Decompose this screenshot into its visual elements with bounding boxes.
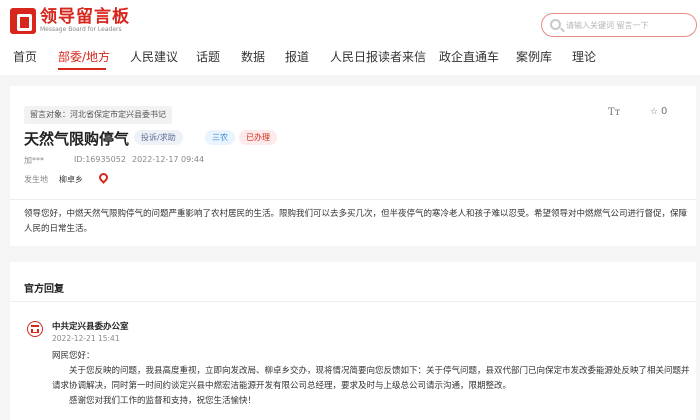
letter-author: 加*** (24, 156, 44, 165)
site-logo[interactable]: 领导留言板 Message Board for Leaders (10, 8, 130, 34)
reply-card: 官方回复 中共定兴县委办公室 2022-12-21 15:41 网民您好： 关于… (10, 262, 696, 420)
location-label: 发生地 (24, 175, 48, 184)
letter-location: 发生地 柳卓乡 (24, 171, 110, 185)
letter-content: 领导您好，中燃天然气限购停气的问题严重影响了农村居民的生活。限购我们可以去多买几… (24, 209, 688, 234)
status-badge: 已办理 (239, 130, 277, 145)
font-size-icon[interactable]: Tт (608, 107, 620, 118)
nav-item-data[interactable]: 数据 (241, 48, 265, 65)
search-icon[interactable] (550, 19, 561, 30)
logo-title: 领导留言板 (40, 7, 130, 27)
nav-item-peoples-daily-letters[interactable]: 人民日报读者来信 (330, 48, 426, 65)
letter-title: 天然气限购停气 (24, 130, 130, 148)
reply-heading: 官方回复 (24, 284, 64, 295)
letter-target: 留言对象：河北省保定市定兴县委书记 (24, 106, 172, 124)
reply-paragraph: 关于您反映的问题，我县高度重视，立即向发改局、柳卓乡交办，现将情况简要向您反馈如… (52, 366, 690, 391)
nav-item-topics[interactable]: 话题 (196, 48, 220, 65)
location-pin-icon[interactable] (97, 171, 110, 184)
reply-body: 网民您好： 关于您反映的问题，我县高度重视，立即向发改局、柳卓乡交办，现将情况简… (52, 349, 690, 409)
reply-org: 中共定兴县委办公室 (52, 322, 129, 332)
nav-item-people-suggestions[interactable]: 人民建议 (130, 48, 178, 65)
letter-id: ID:16935052 (74, 155, 126, 164)
favorite-icon[interactable]: ☆ 0 (650, 106, 667, 117)
nav-item-ministries-local[interactable]: 部委/地方 (58, 48, 110, 65)
nav-item-reports[interactable]: 报道 (285, 48, 309, 65)
nav-item-theory[interactable]: 理论 (572, 48, 596, 65)
nav-active-indicator (58, 68, 106, 70)
reply-greeting: 网民您好： (52, 351, 95, 361)
government-building-icon (27, 321, 43, 337)
nav-item-home[interactable]: 首页 (13, 48, 37, 65)
logo-subtitle: Message Board for Leaders (40, 26, 122, 33)
search-box (541, 13, 697, 37)
nav-item-gov-enterprise[interactable]: 政企直通车 (439, 48, 499, 65)
favorite-count: 0 (660, 106, 668, 117)
main-nav: 首页 部委/地方 人民建议 话题 数据 报道 人民日报读者来信 政企直通车 案例… (0, 44, 700, 72)
location-value: 柳卓乡 (59, 175, 83, 184)
site-header: 领导留言板 Message Board for Leaders 首页 部委/地方… (0, 0, 700, 75)
tag-complaint: 投诉/求助 (134, 130, 183, 145)
search-input[interactable] (566, 18, 686, 33)
reply-closing: 感谢您对我们工作的监督和支持，祝您生活愉快！ (69, 396, 257, 406)
tag-agriculture: 三农 (205, 130, 235, 145)
divider (10, 301, 696, 302)
logo-icon (10, 8, 36, 34)
nav-item-case-library[interactable]: 案例库 (516, 48, 552, 65)
divider (10, 199, 696, 200)
letter-card: 留言对象：河北省保定市定兴县委书记 Tт ☆ 0 天然气限购停气 投诉/求助 三… (10, 86, 696, 246)
letter-time: 2022-12-17 09:44 (132, 155, 205, 164)
reply-time: 2022-12-21 15:41 (52, 334, 120, 343)
